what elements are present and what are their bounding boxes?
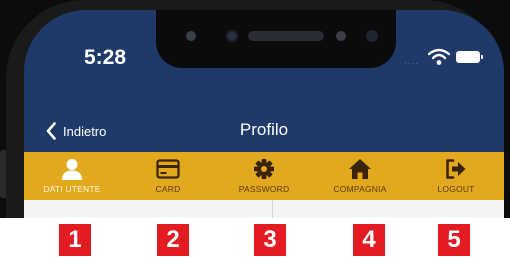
tab-compagnia[interactable]: COMPAGNIA: [312, 152, 408, 200]
gear-icon: [254, 159, 274, 179]
wifi-icon: [428, 48, 450, 65]
tab-label: CARD: [155, 184, 181, 194]
user-icon: [62, 159, 82, 180]
chevron-left-icon: [46, 122, 56, 140]
back-label: Indietro: [63, 123, 107, 139]
tab-label: COMPAGNIA: [333, 184, 387, 194]
card-icon: [156, 159, 180, 179]
content-divider: [272, 200, 273, 218]
tab-number-badges: 1 2 3 4 5: [0, 224, 510, 256]
profile-tab-bar: DATI UTENTE CARD PASSWORD COMPAGNIA LOGO…: [24, 152, 504, 200]
badge-4: 4: [353, 224, 385, 256]
signal-dots: ....: [404, 56, 420, 67]
tab-label: DATI UTENTE: [43, 184, 101, 194]
status-time: 5:28: [84, 46, 127, 69]
phone-mockup: 5:28 .... Profilo Indietro DATI UTENTE C…: [0, 0, 510, 218]
navigation-bar: Profilo Indietro: [24, 110, 504, 150]
tab-logout[interactable]: LOGOUT: [408, 152, 504, 200]
sensor-dot: [336, 31, 346, 41]
logout-icon: [446, 159, 466, 179]
badge-3: 3: [254, 224, 286, 256]
home-icon: [349, 159, 371, 179]
back-button[interactable]: Indietro: [46, 122, 106, 140]
phone-frame: 5:28 .... Profilo Indietro DATI UTENTE C…: [6, 0, 504, 218]
tab-dati-utente[interactable]: DATI UTENTE: [24, 152, 120, 200]
badge-2: 2: [157, 224, 189, 256]
tab-password[interactable]: PASSWORD: [216, 152, 312, 200]
phone-notch: [156, 10, 396, 68]
badge-5: 5: [438, 224, 470, 256]
tab-label: LOGOUT: [437, 184, 475, 194]
camera-lens: [226, 30, 238, 42]
proximity-sensor: [366, 30, 378, 42]
profile-content-area: [24, 200, 504, 218]
app-screen: 5:28 .... Profilo Indietro DATI UTENTE C…: [24, 10, 504, 218]
tab-label: PASSWORD: [238, 184, 290, 194]
battery-icon: [456, 51, 483, 63]
tab-card[interactable]: CARD: [120, 152, 216, 200]
badge-1: 1: [59, 224, 91, 256]
sensor-dot: [186, 31, 196, 41]
earpiece-speaker: [248, 31, 324, 41]
